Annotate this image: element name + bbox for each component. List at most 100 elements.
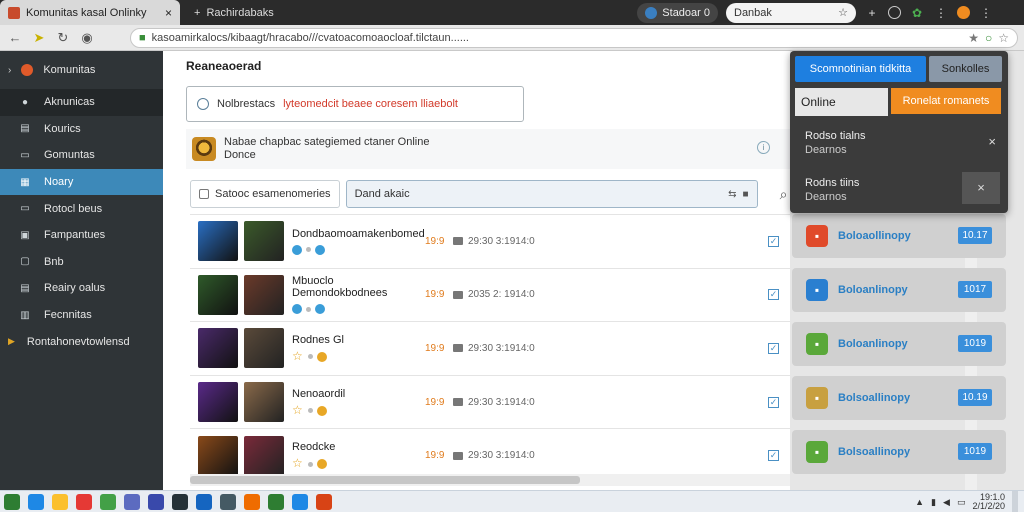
popover-item[interactable]: Rodso tialns Dearnos × bbox=[790, 123, 1008, 163]
forward-icon[interactable]: ➤ bbox=[30, 30, 48, 46]
row-checkbox[interactable]: ✓ bbox=[768, 342, 779, 354]
row-title[interactable]: Rodnes Gl bbox=[292, 334, 427, 346]
scrollbar-thumb[interactable] bbox=[190, 476, 580, 484]
new-tab-icon[interactable]: + bbox=[194, 7, 200, 19]
taskbar-app-icon[interactable] bbox=[220, 493, 236, 510]
table-row[interactable]: Dondbaomoamakenbomed 19:9 29:30 3:1914:0… bbox=[190, 214, 790, 268]
sidebar-item-noary[interactable]: ▦ Noary bbox=[0, 168, 163, 196]
side-card-button[interactable]: 1019 bbox=[958, 443, 992, 460]
shield-icon[interactable]: ◉ bbox=[78, 30, 96, 46]
sidebar-item-rontahonevtowlensd[interactable]: ▶ Rontahonevtowlensd bbox=[0, 328, 163, 355]
player-avatar[interactable] bbox=[244, 328, 284, 369]
taskbar-app-icon[interactable] bbox=[124, 493, 140, 510]
row-checkbox[interactable]: ✓ bbox=[768, 289, 779, 301]
search-icon[interactable]: ⌕ bbox=[780, 186, 788, 203]
secondary-button[interactable]: Sonkolles bbox=[929, 56, 1002, 82]
side-card[interactable]: ▪ Boloanlinopy 1017 bbox=[792, 268, 1006, 312]
show-desktop-button[interactable] bbox=[1012, 491, 1018, 512]
clock-icon[interactable] bbox=[888, 6, 901, 19]
primary-button[interactable]: Scomnotinian tidkitta bbox=[795, 56, 926, 82]
side-card-button[interactable]: 1017 bbox=[958, 281, 992, 298]
row-checkbox[interactable]: ✓ bbox=[768, 450, 779, 462]
clock[interactable]: 19:1.0 2/1/2/20 bbox=[972, 493, 1005, 511]
profile-pill[interactable]: Stadoar 0 bbox=[637, 2, 718, 23]
info-icon[interactable]: i bbox=[757, 141, 770, 154]
taskbar-app-icon[interactable] bbox=[148, 493, 164, 510]
horizontal-scrollbar[interactable] bbox=[190, 474, 790, 486]
tab-search-field[interactable]: Danbak ☆ bbox=[726, 2, 856, 23]
player-avatar[interactable] bbox=[244, 435, 284, 476]
account-icon[interactable] bbox=[957, 6, 970, 19]
online-input[interactable]: Online bbox=[795, 88, 888, 116]
side-card[interactable]: ▪ Boloanlinopy 1019 bbox=[792, 322, 1006, 366]
game-avatar[interactable] bbox=[198, 221, 238, 262]
side-card-button[interactable]: 10.17 bbox=[958, 227, 992, 244]
browser-tab[interactable]: + Rachirdabaks bbox=[186, 0, 386, 25]
row-checkbox[interactable]: ✓ bbox=[768, 396, 779, 408]
browser-tab-active[interactable]: Komunitas kasal Onlinky × bbox=[0, 0, 180, 25]
side-card-button[interactable]: 10.19 bbox=[958, 389, 992, 406]
plus-icon[interactable]: + bbox=[864, 5, 880, 21]
search-input[interactable]: Dand akaic ⇆ ■ bbox=[345, 180, 758, 208]
side-card[interactable]: ▪ Bolsoallinopy 1019 bbox=[792, 430, 1006, 474]
player-avatar[interactable] bbox=[244, 274, 284, 315]
close-icon[interactable]: × bbox=[962, 172, 1000, 204]
taskbar-app-icon[interactable] bbox=[52, 493, 68, 510]
chevron-up-icon[interactable]: ▲ bbox=[915, 497, 924, 507]
extension-icon[interactable]: ✿ bbox=[909, 5, 925, 21]
volume-icon[interactable]: ◀ bbox=[943, 497, 950, 508]
player-avatar[interactable] bbox=[244, 382, 284, 423]
lock-icon[interactable]: ■ bbox=[743, 189, 749, 200]
close-icon[interactable]: × bbox=[988, 135, 996, 149]
network-icon[interactable]: ▮ bbox=[931, 497, 936, 508]
taskbar-app-icon[interactable] bbox=[244, 493, 260, 510]
side-card[interactable]: ▪ Boloaollinopy 10.17 bbox=[792, 214, 1006, 258]
reload-icon[interactable]: ↻ bbox=[54, 30, 72, 46]
star-icon[interactable]: ☆ bbox=[838, 6, 848, 19]
battery-icon[interactable]: ▭ bbox=[957, 497, 966, 508]
row-title[interactable]: Mbuoclo Demondokbodnees bbox=[292, 275, 427, 299]
game-avatar[interactable] bbox=[198, 382, 238, 423]
taskbar-app-icon[interactable] bbox=[28, 493, 44, 510]
back-icon[interactable]: ← bbox=[6, 30, 24, 45]
row-title[interactable]: Reodcke bbox=[292, 441, 427, 453]
player-avatar[interactable] bbox=[244, 221, 284, 262]
sidebar-item-rotocl-beus[interactable]: ▭ Rotocl beus bbox=[0, 195, 163, 222]
sidebar-item-aknunicas[interactable]: ● Aknunicas bbox=[0, 89, 163, 116]
chevron-right-icon[interactable]: › bbox=[8, 65, 11, 76]
row-checkbox[interactable]: ✓ bbox=[768, 235, 779, 247]
side-card[interactable]: ▪ Bolsoallinopy 10.19 bbox=[792, 376, 1006, 420]
row-title[interactable]: Dondbaomoamakenbomed bbox=[292, 228, 427, 240]
sidebar-item-gomuntas[interactable]: ▭ Gomuntas bbox=[0, 142, 163, 169]
star-icon[interactable]: ★ bbox=[968, 31, 979, 45]
table-row[interactable]: Mbuoclo Demondokbodnees 19:9 2035 2: 191… bbox=[190, 267, 790, 322]
sidebar-item-fecnnitas[interactable]: ▥ Fecnnitas bbox=[0, 302, 163, 329]
table-row[interactable]: Rodnes Gl ☆ 19:9 29:30 3:1914:0 ✓ bbox=[190, 321, 790, 375]
action-button[interactable]: Ronelat romanets bbox=[891, 88, 1001, 114]
taskbar-app-icon[interactable] bbox=[4, 493, 20, 510]
menu-icon[interactable]: ⋮ bbox=[933, 5, 949, 21]
refresh-icon[interactable]: ○ bbox=[985, 31, 992, 45]
sort-icon[interactable]: ⇆ bbox=[728, 189, 736, 200]
taskbar-app-icon[interactable] bbox=[316, 493, 332, 510]
sidebar-item-kourics[interactable]: ▤ Kourics bbox=[0, 116, 163, 143]
url-field[interactable]: ■ kasoamirkalocs/kibaagt/hracabo///cvato… bbox=[130, 27, 1018, 48]
close-icon[interactable]: × bbox=[165, 6, 172, 20]
taskbar-app-icon[interactable] bbox=[172, 493, 188, 510]
taskbar-app-icon[interactable] bbox=[100, 493, 116, 510]
table-row[interactable]: Nenoaordil ☆ 19:9 29:30 3:1914:0 ✓ bbox=[190, 374, 790, 429]
sidebar-item-fampantues[interactable]: ▣ Fampantues bbox=[0, 222, 163, 249]
sidebar-item-reairy-oalus[interactable]: ▤ Reairy oalus bbox=[0, 275, 163, 302]
taskbar-app-icon[interactable] bbox=[196, 493, 212, 510]
taskbar-app-icon[interactable] bbox=[292, 493, 308, 510]
side-card-button[interactable]: 1019 bbox=[958, 335, 992, 352]
filter-button[interactable]: Satooc esamenomeries bbox=[190, 180, 340, 208]
sidebar-item-bnb[interactable]: ▢ Bnb bbox=[0, 249, 163, 276]
taskbar-app-icon[interactable] bbox=[268, 493, 284, 510]
bookmark-icon[interactable]: ☆ bbox=[998, 31, 1009, 45]
more-icon[interactable]: ⋮ bbox=[978, 5, 994, 21]
sidebar-header[interactable]: › Komunitas bbox=[0, 51, 163, 89]
game-avatar[interactable] bbox=[198, 328, 238, 369]
game-avatar[interactable] bbox=[198, 435, 238, 476]
popover-item[interactable]: Rodns tiins Dearnos × bbox=[790, 170, 1008, 210]
